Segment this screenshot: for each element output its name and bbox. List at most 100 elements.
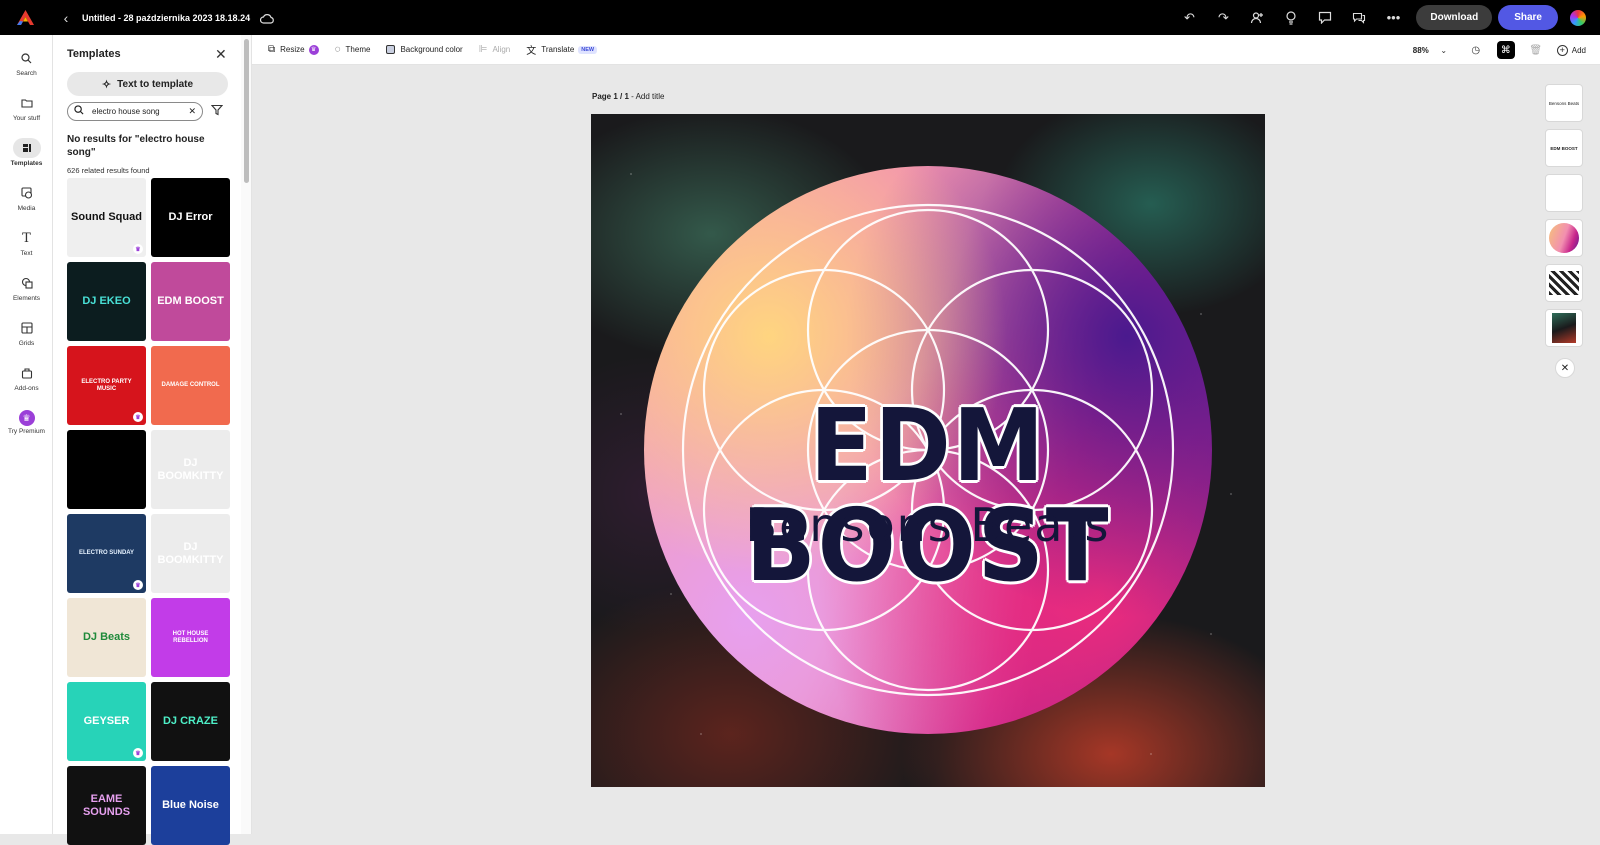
template-thumb[interactable] <box>67 430 146 509</box>
template-thumb[interactable]: DJ Error <box>151 178 230 257</box>
rail-label: Templates <box>10 160 43 167</box>
document-title[interactable]: Untitled - 28 października 2023 18.18.24 <box>82 13 250 23</box>
layer-thumb[interactable] <box>1545 174 1583 212</box>
rail-item-try-premium[interactable]: ♛ Try Premium <box>0 400 53 445</box>
background-color-button[interactable]: Background color <box>386 45 463 54</box>
search-input[interactable]: electro house song ✕ <box>67 102 203 121</box>
template-thumb[interactable]: ELECTRO SUNDAY ♛ <box>67 514 146 593</box>
template-thumb[interactable]: DJ CRAZE <box>151 682 230 761</box>
align-button[interactable]: ⊫ Align <box>479 44 511 55</box>
rail-item-search[interactable]: Search <box>0 40 53 85</box>
panel-scrollbar[interactable] <box>241 35 252 834</box>
rail-label: Search <box>16 70 37 77</box>
template-thumb-label: EDM BOOST <box>157 295 224 308</box>
rail-label: Elements <box>12 295 41 302</box>
rail-label: Grids <box>18 340 35 347</box>
design-subtitle[interactable]: Bensons Beats <box>591 498 1265 552</box>
undo-icon[interactable]: ↶ <box>1180 9 1198 27</box>
new-badge: NEW <box>578 45 598 54</box>
template-thumb[interactable]: DJ EKEO <box>67 262 146 341</box>
zoom-level[interactable]: 88% <box>1413 46 1429 55</box>
redo-icon[interactable]: ↷ <box>1214 9 1232 27</box>
background-layer-preview <box>1552 313 1576 343</box>
search-icon <box>13 48 41 68</box>
layer-thumb[interactable] <box>1545 219 1583 257</box>
template-thumb[interactable]: DAMAGE CONTROL <box>151 346 230 425</box>
close-icon[interactable]: ✕ <box>215 46 227 63</box>
filter-icon[interactable] <box>210 104 224 119</box>
pattern-layer-preview <box>1549 271 1579 295</box>
rail-item-media[interactable]: Media <box>0 175 53 220</box>
layer-thumb[interactable]: EDM BOOST <box>1545 129 1583 167</box>
crown-icon: ♛ <box>18 410 35 426</box>
align-label: Align <box>492 45 511 54</box>
comment-icon[interactable] <box>1316 9 1334 27</box>
editor-toolbar: ⧉ Resize ♛ ◌ Theme Background color ⊫ Al… <box>252 35 1600 65</box>
template-thumb-label: DAMAGE CONTROL <box>161 382 220 389</box>
template-thumb-label: GEYSER <box>83 715 130 728</box>
sparkle-icon: ✧ <box>101 78 112 91</box>
template-thumb-label: DJ EKEO <box>82 295 131 308</box>
translate-button[interactable]: 文 Translate NEW <box>526 42 598 57</box>
back-icon[interactable]: ‹ <box>58 10 74 26</box>
premium-crown-icon: ♛ <box>133 412 143 422</box>
template-thumb[interactable]: DJ BOOMKITTY <box>151 430 230 509</box>
template-thumb[interactable]: Blue Noise <box>151 766 230 845</box>
history-icon[interactable]: ◷ <box>1467 41 1485 59</box>
folder-icon <box>13 93 41 113</box>
more-options-icon[interactable]: ••• <box>1384 9 1402 27</box>
trash-icon[interactable]: 🗑 <box>1527 41 1545 59</box>
grid-icon <box>13 318 41 338</box>
no-results-heading: No results for "electro house song" <box>67 134 205 158</box>
template-thumb[interactable]: HOT HOUSE REBELLION <box>151 598 230 677</box>
invite-user-icon[interactable] <box>1248 9 1266 27</box>
layer-thumb[interactable] <box>1545 264 1583 302</box>
template-thumb[interactable]: ELECTRO PARTY MUSIC ♛ <box>67 346 146 425</box>
page-label[interactable]: Page 1 / 1 - Add title <box>592 92 665 101</box>
layer-thumb[interactable] <box>1545 309 1583 347</box>
search-icon <box>74 105 86 118</box>
add-title-link[interactable]: - Add title <box>629 92 664 101</box>
rail-item-elements[interactable]: Elements <box>0 265 53 310</box>
template-thumb[interactable]: GEYSER ♛ <box>67 682 146 761</box>
close-layers-icon[interactable]: ✕ <box>1555 358 1575 378</box>
clear-search-icon[interactable]: ✕ <box>188 106 196 117</box>
design-canvas[interactable]: EDM BOOST Bensons Beats <box>591 114 1265 787</box>
share-button[interactable]: Share <box>1498 5 1558 30</box>
template-thumb[interactable]: Sound Squad ♛ <box>67 178 146 257</box>
rail-label: Media <box>17 205 36 212</box>
addons-icon <box>13 363 41 383</box>
rail-item-your-stuff[interactable]: Your stuff <box>0 85 53 130</box>
chat-icon[interactable] <box>1350 9 1368 27</box>
avatar[interactable] <box>1570 9 1586 26</box>
rail-item-templates[interactable]: Templates <box>0 130 53 175</box>
design-title[interactable]: EDM BOOST <box>618 396 1238 596</box>
theme-button[interactable]: ◌ Theme <box>335 44 371 55</box>
lightbulb-icon[interactable] <box>1282 9 1300 27</box>
download-button[interactable]: Download <box>1416 5 1493 30</box>
add-page-button[interactable]: + Add <box>1556 44 1586 56</box>
rail-item-grids[interactable]: Grids <box>0 310 53 355</box>
template-thumb[interactable]: DJ Beats <box>67 598 146 677</box>
palette-icon: ◌ <box>334 44 341 55</box>
template-thumb[interactable]: EDM BOOST <box>151 262 230 341</box>
rail-item-add-ons[interactable]: Add-ons <box>0 355 53 400</box>
cloud-sync-icon[interactable] <box>260 12 274 24</box>
text-icon: T <box>22 230 31 246</box>
rail-label: Your stuff <box>12 115 41 122</box>
text-to-template-button[interactable]: ✧ Text to template <box>67 72 228 96</box>
top-bar: ‹ Untitled - 28 października 2023 18.18.… <box>0 0 1600 35</box>
layer-label: Bensons Beats <box>1548 100 1580 106</box>
resize-button[interactable]: ⧉ Resize ♛ <box>268 44 319 55</box>
search-value[interactable]: electro house song <box>92 107 188 116</box>
adobe-express-logo-icon[interactable] <box>17 10 34 25</box>
translate-icon: 文 <box>526 46 537 57</box>
template-thumb[interactable]: DJ BOOMKITTY <box>151 514 230 593</box>
rail-item-text[interactable]: T Text <box>0 220 53 265</box>
chevron-down-icon[interactable]: ⌄ <box>1435 41 1453 59</box>
command-icon[interactable]: ⌘ <box>1496 41 1515 59</box>
template-thumb[interactable]: EAME SOUNDS <box>67 766 146 845</box>
template-thumb-label: DJ CRAZE <box>162 715 218 728</box>
layer-thumb[interactable]: Bensons Beats <box>1545 84 1583 122</box>
scrollbar-thumb[interactable] <box>244 39 249 183</box>
